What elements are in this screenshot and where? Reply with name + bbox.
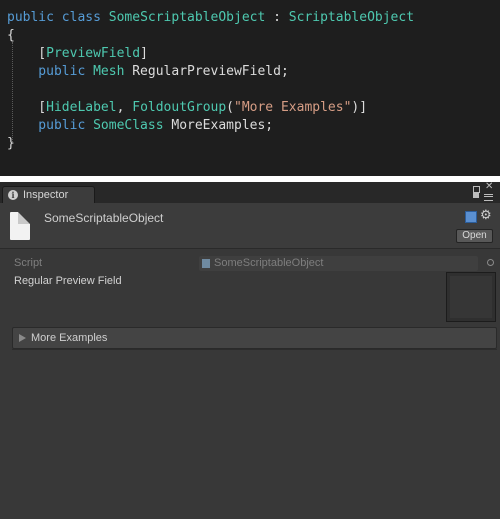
window-menu-icon[interactable] bbox=[484, 194, 493, 201]
mesh-preview-field[interactable] bbox=[446, 272, 496, 322]
script-label: Script bbox=[14, 257, 43, 269]
script-field[interactable]: SomeScriptableObject bbox=[199, 256, 478, 271]
asset-title: SomeScriptableObject bbox=[44, 211, 164, 225]
scriptable-object-icon bbox=[10, 212, 30, 240]
code-editor-panel: public class SomeScriptableObject : Scri… bbox=[0, 0, 500, 176]
gear-icon[interactable]: ⚙ bbox=[480, 208, 492, 221]
inspector-window: i Inspector ✕ SomeScriptableObject ⚙ Ope… bbox=[0, 181, 500, 519]
code-line-6: [HideLabel, FoldoutGroup("More Examples"… bbox=[7, 99, 367, 117]
code-token: Mesh bbox=[93, 64, 125, 79]
object-picker-icon[interactable] bbox=[487, 259, 494, 266]
code-token: "More Examples" bbox=[234, 100, 352, 115]
info-icon: i bbox=[8, 190, 18, 200]
code-token: [ bbox=[7, 46, 47, 61]
script-file-icon bbox=[202, 259, 210, 268]
help-icon[interactable] bbox=[465, 211, 477, 223]
code-token: : bbox=[265, 10, 289, 25]
open-button[interactable]: Open bbox=[456, 229, 493, 243]
code-token: HideLabel bbox=[46, 100, 117, 115]
code-token: { bbox=[7, 28, 15, 43]
code-token: public bbox=[7, 10, 62, 25]
script-field-value: SomeScriptableObject bbox=[214, 257, 324, 269]
divider bbox=[12, 349, 497, 350]
maximize-icon[interactable] bbox=[473, 186, 480, 193]
code-line-2: { bbox=[7, 27, 15, 45]
window-controls: ✕ bbox=[473, 181, 495, 201]
code-token: , bbox=[116, 100, 133, 115]
code-token: MoreExamples; bbox=[163, 118, 274, 133]
foldout-more-examples[interactable]: More Examples bbox=[12, 327, 497, 349]
code-line-7: public SomeClass MoreExamples; bbox=[7, 117, 273, 135]
code-line-1: public class SomeScriptableObject : Scri… bbox=[7, 9, 414, 27]
code-line-3: [PreviewField] bbox=[7, 45, 148, 63]
code-token: class bbox=[61, 10, 109, 25]
code-token: ScriptableObject bbox=[288, 10, 415, 25]
code-line-8: } bbox=[7, 135, 15, 153]
tab-inspector-label: Inspector bbox=[23, 189, 69, 201]
regular-preview-field-label: Regular Preview Field bbox=[14, 275, 122, 287]
code-token: public bbox=[7, 64, 94, 79]
tab-inspector[interactable]: i Inspector bbox=[2, 186, 95, 204]
close-icon[interactable]: ✕ bbox=[485, 181, 493, 193]
code-token: RegularPreviewField; bbox=[124, 64, 289, 79]
code-token: ( bbox=[226, 100, 234, 115]
foldout-label: More Examples bbox=[31, 332, 108, 344]
code-token: ] bbox=[140, 46, 148, 61]
code-token: PreviewField bbox=[46, 46, 141, 61]
mesh-preview-thumbnail bbox=[450, 276, 492, 318]
code-token: [ bbox=[7, 100, 47, 115]
code-token: SomeScriptableObject bbox=[108, 10, 266, 25]
code-token: public bbox=[7, 118, 94, 133]
inspector-header: SomeScriptableObject ⚙ Open bbox=[0, 203, 500, 249]
code-token: )] bbox=[351, 100, 368, 115]
code-line-4: public Mesh RegularPreviewField; bbox=[7, 63, 289, 81]
code-token: } bbox=[7, 136, 15, 151]
tab-bar: i Inspector ✕ bbox=[0, 181, 500, 204]
lock-icon[interactable] bbox=[473, 193, 479, 198]
code-token: FoldoutGroup bbox=[132, 100, 227, 115]
code-token: SomeClass bbox=[93, 118, 164, 133]
foldout-arrow-icon bbox=[19, 334, 26, 342]
